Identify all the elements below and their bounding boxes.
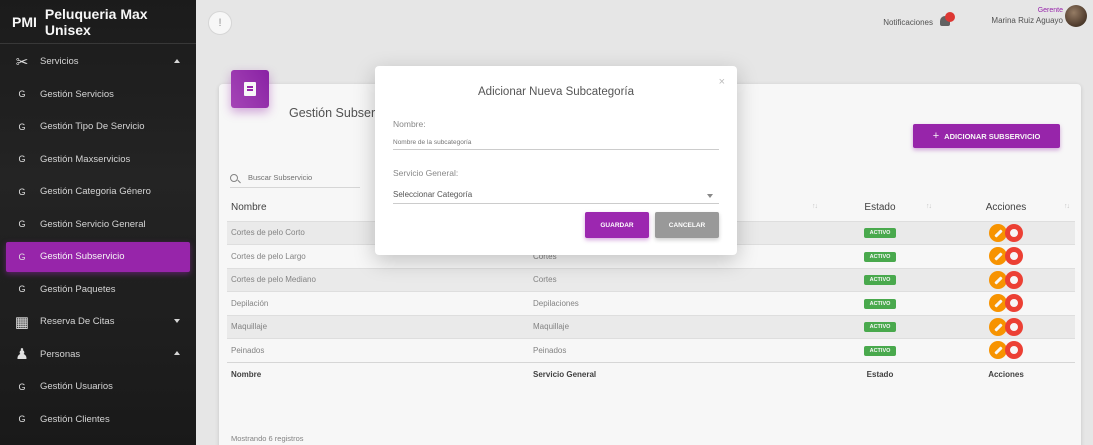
servicio-general-label: Servicio General: (393, 168, 459, 178)
servicio-general-value: Seleccionar Categoría (393, 190, 473, 199)
save-button[interactable]: GUARDAR (585, 212, 649, 238)
servicio-general-select[interactable]: Seleccionar Categoría (393, 190, 719, 204)
add-subcategory-modal: Adicionar Nueva Subcategoría × Nombre: S… (375, 66, 737, 255)
chevron-down-icon (707, 194, 713, 198)
close-icon[interactable]: × (719, 76, 725, 88)
nombre-label: Nombre: (393, 119, 426, 129)
nombre-input[interactable] (393, 136, 719, 150)
cancel-button[interactable]: CANCELAR (655, 212, 719, 238)
modal-title: Adicionar Nueva Subcategoría (478, 86, 634, 98)
